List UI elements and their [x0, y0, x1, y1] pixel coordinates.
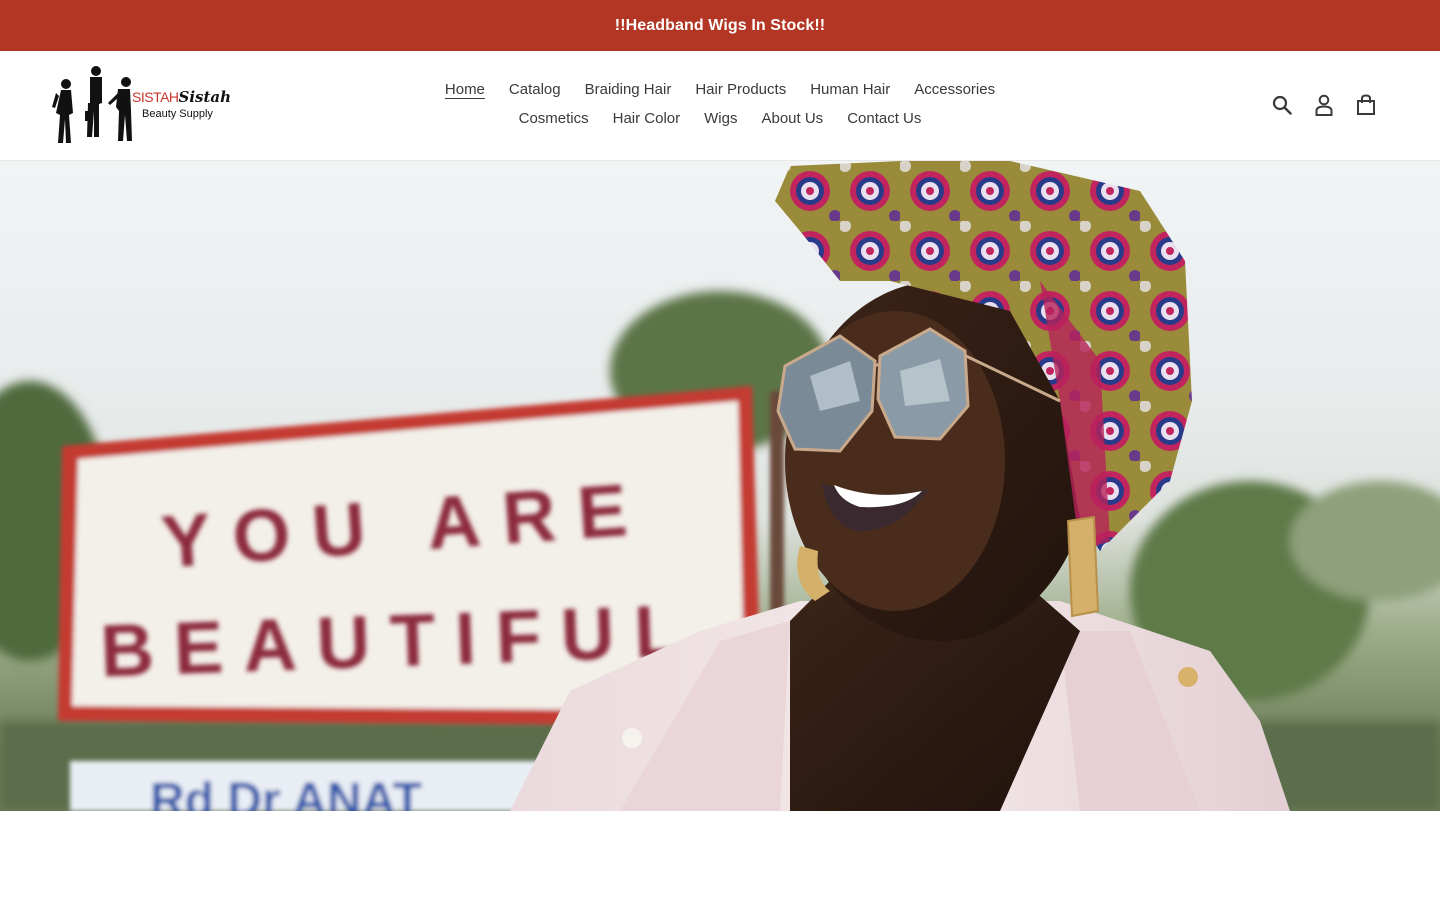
nav-row-2: Cosmetics Hair Color Wigs About Us Contact U…: [380, 104, 1060, 133]
main-nav: Home Catalog Braiding Hair Hair Products Hum…: [380, 75, 1060, 133]
logo-subtitle: Beauty Supply: [142, 108, 213, 120]
logo-red-text: SISTAH: [132, 89, 179, 105]
logo-script-text: Sistah: [178, 88, 232, 106]
nav-link-hair-products[interactable]: Hair Products: [683, 80, 798, 100]
site-header: SISTAHSistah Beauty Supply Home Catalog Br…: [0, 51, 1440, 161]
account-icon[interactable]: [1312, 93, 1336, 117]
nav-row-1: Home Catalog Braiding Hair Hair Products Hum…: [380, 75, 1060, 104]
silhouettes-logo-icon: [52, 66, 132, 143]
nav-link-accessories[interactable]: Accessories: [902, 80, 1007, 100]
header-icons: [1270, 93, 1378, 117]
earring-right: [1066, 515, 1100, 618]
announcement-bar[interactable]: !!Headband Wigs In Stock!!: [0, 0, 1440, 51]
nav-link-wigs[interactable]: Wigs: [692, 109, 749, 129]
nav-link-human-hair[interactable]: Human Hair: [798, 80, 902, 100]
svg-text:Rd Dr ANAT: Rd Dr ANAT: [150, 774, 422, 811]
store-logo[interactable]: SISTAHSistah Beauty Supply: [52, 63, 231, 147]
nav-link-contact-us[interactable]: Contact Us: [835, 109, 933, 129]
logo-wordmark: SISTAHSistah: [132, 90, 231, 106]
nav-link-hair-color[interactable]: Hair Color: [601, 109, 693, 129]
nav-link-braiding-hair[interactable]: Braiding Hair: [573, 80, 684, 100]
nav-link-cosmetics[interactable]: Cosmetics: [507, 109, 601, 129]
search-icon[interactable]: [1270, 93, 1294, 117]
hero-banner[interactable]: Rd Dr ANAT YOU ARE BEAUTIFUL: [0, 161, 1440, 811]
nav-link-catalog[interactable]: Catalog: [497, 80, 573, 100]
hero-image: Rd Dr ANAT YOU ARE BEAUTIFUL: [0, 161, 1440, 811]
nav-link-home[interactable]: Home: [433, 80, 497, 100]
announcement-text: !!Headband Wigs In Stock!!: [614, 16, 826, 34]
cart-icon[interactable]: [1354, 93, 1378, 117]
nav-link-about-us[interactable]: About Us: [749, 109, 835, 129]
